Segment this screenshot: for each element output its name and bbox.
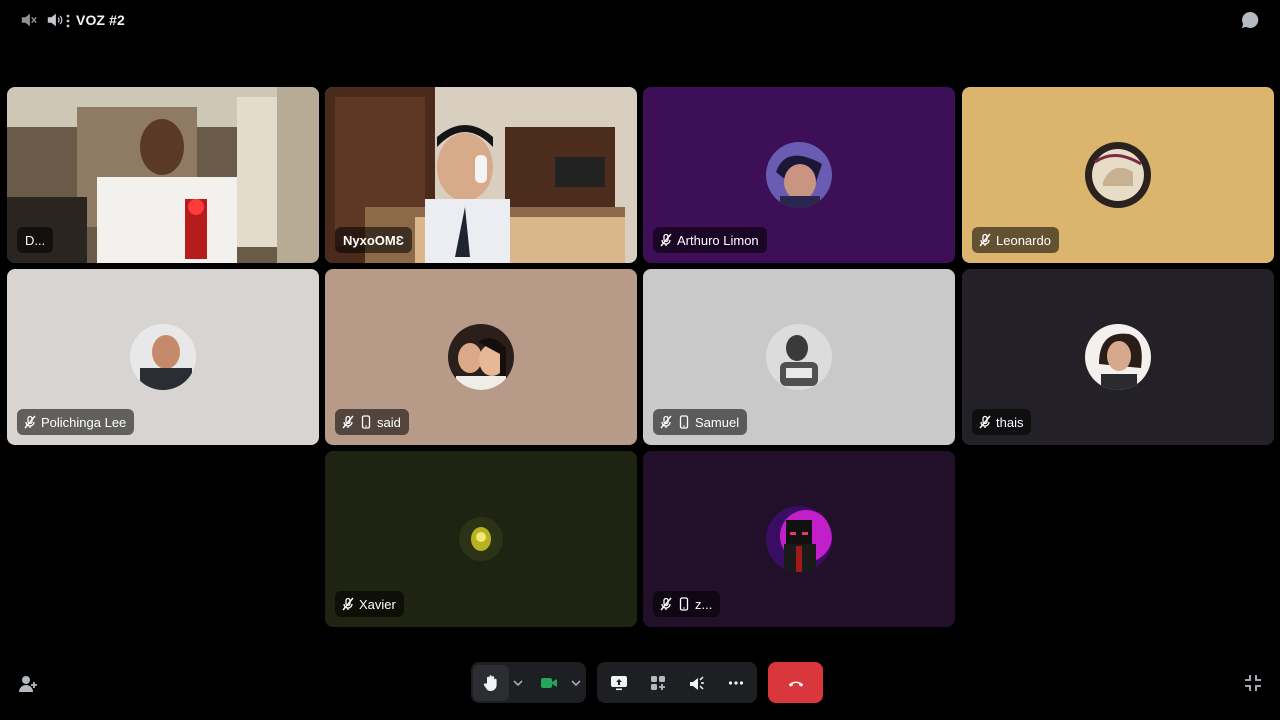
participant-avatar [448, 324, 514, 390]
participant-name-tag: Samuel [653, 409, 748, 435]
participant-name-tag: Xavier [335, 591, 404, 617]
participant-name: thais [996, 414, 1024, 430]
participant-tile[interactable]: Polichinga Lee [7, 269, 319, 445]
chat-bubble-icon[interactable] [1240, 10, 1260, 30]
mic-muted-icon [660, 597, 672, 611]
disconnect-button[interactable] [768, 662, 823, 703]
participant-tile[interactable]: NyxoOMƐ [325, 87, 637, 263]
participant-tile[interactable]: Xavier [325, 451, 637, 627]
participant-avatar [130, 324, 196, 390]
mobile-device-icon [679, 597, 689, 611]
disconnect-icon [788, 681, 803, 687]
camera-button[interactable] [531, 665, 567, 701]
participant-name: D... [25, 232, 46, 248]
mic-muted-icon [24, 415, 36, 429]
participant-name-tag: NyxoOMƐ [335, 227, 412, 253]
screen-share-button[interactable] [601, 665, 637, 701]
participant-name: said [377, 414, 401, 430]
mic-muted-icon [660, 233, 672, 247]
participant-name: Xavier [359, 596, 396, 612]
participant-name-tag: Polichinga Lee [17, 409, 135, 435]
soundboard-icon [689, 675, 704, 690]
raise-hand-icon [483, 674, 497, 691]
participant-name: NyxoOMƐ [343, 232, 404, 248]
participant-avatar [766, 506, 832, 572]
screen-share-icon [610, 675, 627, 690]
participant-avatar [448, 506, 514, 572]
audio-options-button[interactable] [509, 665, 527, 701]
participant-avatar [1085, 324, 1151, 390]
channel-name: VOZ #2 [76, 12, 125, 28]
mic-muted-icon [979, 233, 991, 247]
participant-avatar [766, 142, 832, 208]
participant-name-tag: Leonardo [972, 227, 1059, 253]
activity-controls-group [597, 662, 757, 703]
participant-name: Leonardo [996, 232, 1051, 248]
participant-name-tag: D... [17, 227, 54, 253]
participant-name: Arthuro Limon [677, 232, 759, 248]
mic-muted-icon [660, 415, 672, 429]
soundboard-button[interactable] [679, 665, 715, 701]
media-controls-group [471, 662, 586, 703]
participant-name: Polichinga Lee [41, 414, 127, 430]
camera-options-button[interactable] [567, 665, 585, 701]
participant-name-tag: said [335, 409, 409, 435]
participant-tile[interactable]: Samuel [643, 269, 955, 445]
camera-icon [541, 677, 557, 688]
chevron-down-icon [571, 679, 581, 686]
participant-name: Samuel [695, 414, 740, 430]
speaker-icon[interactable] [46, 11, 64, 29]
participant-video [7, 87, 319, 263]
more-horizontal-icon [728, 680, 743, 685]
call-top-bar: VOZ #2 [0, 0, 1280, 42]
more-options-button[interactable] [718, 665, 754, 701]
participant-tile[interactable]: z... [643, 451, 955, 627]
invite-people-icon[interactable] [17, 673, 39, 695]
more-vertical-icon[interactable] [64, 11, 72, 29]
chevron-down-icon [513, 679, 523, 686]
participant-avatar [766, 324, 832, 390]
activities-icon [650, 675, 665, 690]
exit-fullscreen-icon[interactable] [1242, 672, 1264, 694]
participant-avatar [1085, 142, 1151, 208]
mic-muted-icon [342, 415, 354, 429]
participant-name: z... [695, 596, 713, 612]
participant-name-tag: z... [653, 591, 721, 617]
participant-tile[interactable]: said [325, 269, 637, 445]
mic-muted-icon [342, 597, 354, 611]
participant-tile[interactable]: Arthuro Limon [643, 87, 955, 263]
mic-muted-icon [979, 415, 991, 429]
activities-button[interactable] [640, 665, 676, 701]
speaker-muted-icon[interactable] [20, 11, 38, 29]
participant-tile[interactable]: D... [7, 87, 319, 263]
participant-name-tag: thais [972, 409, 1032, 435]
participant-tile[interactable]: thais [962, 269, 1274, 445]
mobile-device-icon [679, 415, 689, 429]
participant-name-tag: Arthuro Limon [653, 227, 767, 253]
participant-tile[interactable]: Leonardo [962, 87, 1274, 263]
mobile-device-icon [361, 415, 371, 429]
raise-hand-button[interactable] [473, 664, 509, 701]
